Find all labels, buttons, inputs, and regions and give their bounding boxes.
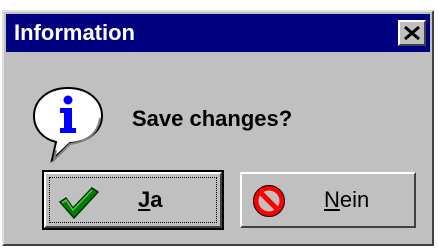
dialog-window: Information Save changes? Ja Nein <box>2 10 434 246</box>
no-button[interactable]: Nein <box>240 172 416 228</box>
title-bar[interactable]: Information <box>6 14 430 52</box>
no-button-label: Nein <box>324 188 369 212</box>
no-mnemonic: N <box>324 187 340 212</box>
yes-button[interactable]: Ja <box>42 170 224 230</box>
dialog-message: Save changes? <box>132 106 293 131</box>
yes-mnemonic: J <box>138 187 151 212</box>
close-button[interactable] <box>398 20 426 46</box>
info-icon <box>30 84 106 169</box>
no-symbol-icon <box>253 185 285 217</box>
no-label-rest: ein <box>339 187 370 212</box>
yes-label-rest: a <box>150 187 163 212</box>
close-icon <box>404 25 420 41</box>
dialog-title: Information <box>14 20 135 45</box>
checkmark-icon <box>58 187 100 220</box>
yes-button-label: Ja <box>138 188 163 212</box>
